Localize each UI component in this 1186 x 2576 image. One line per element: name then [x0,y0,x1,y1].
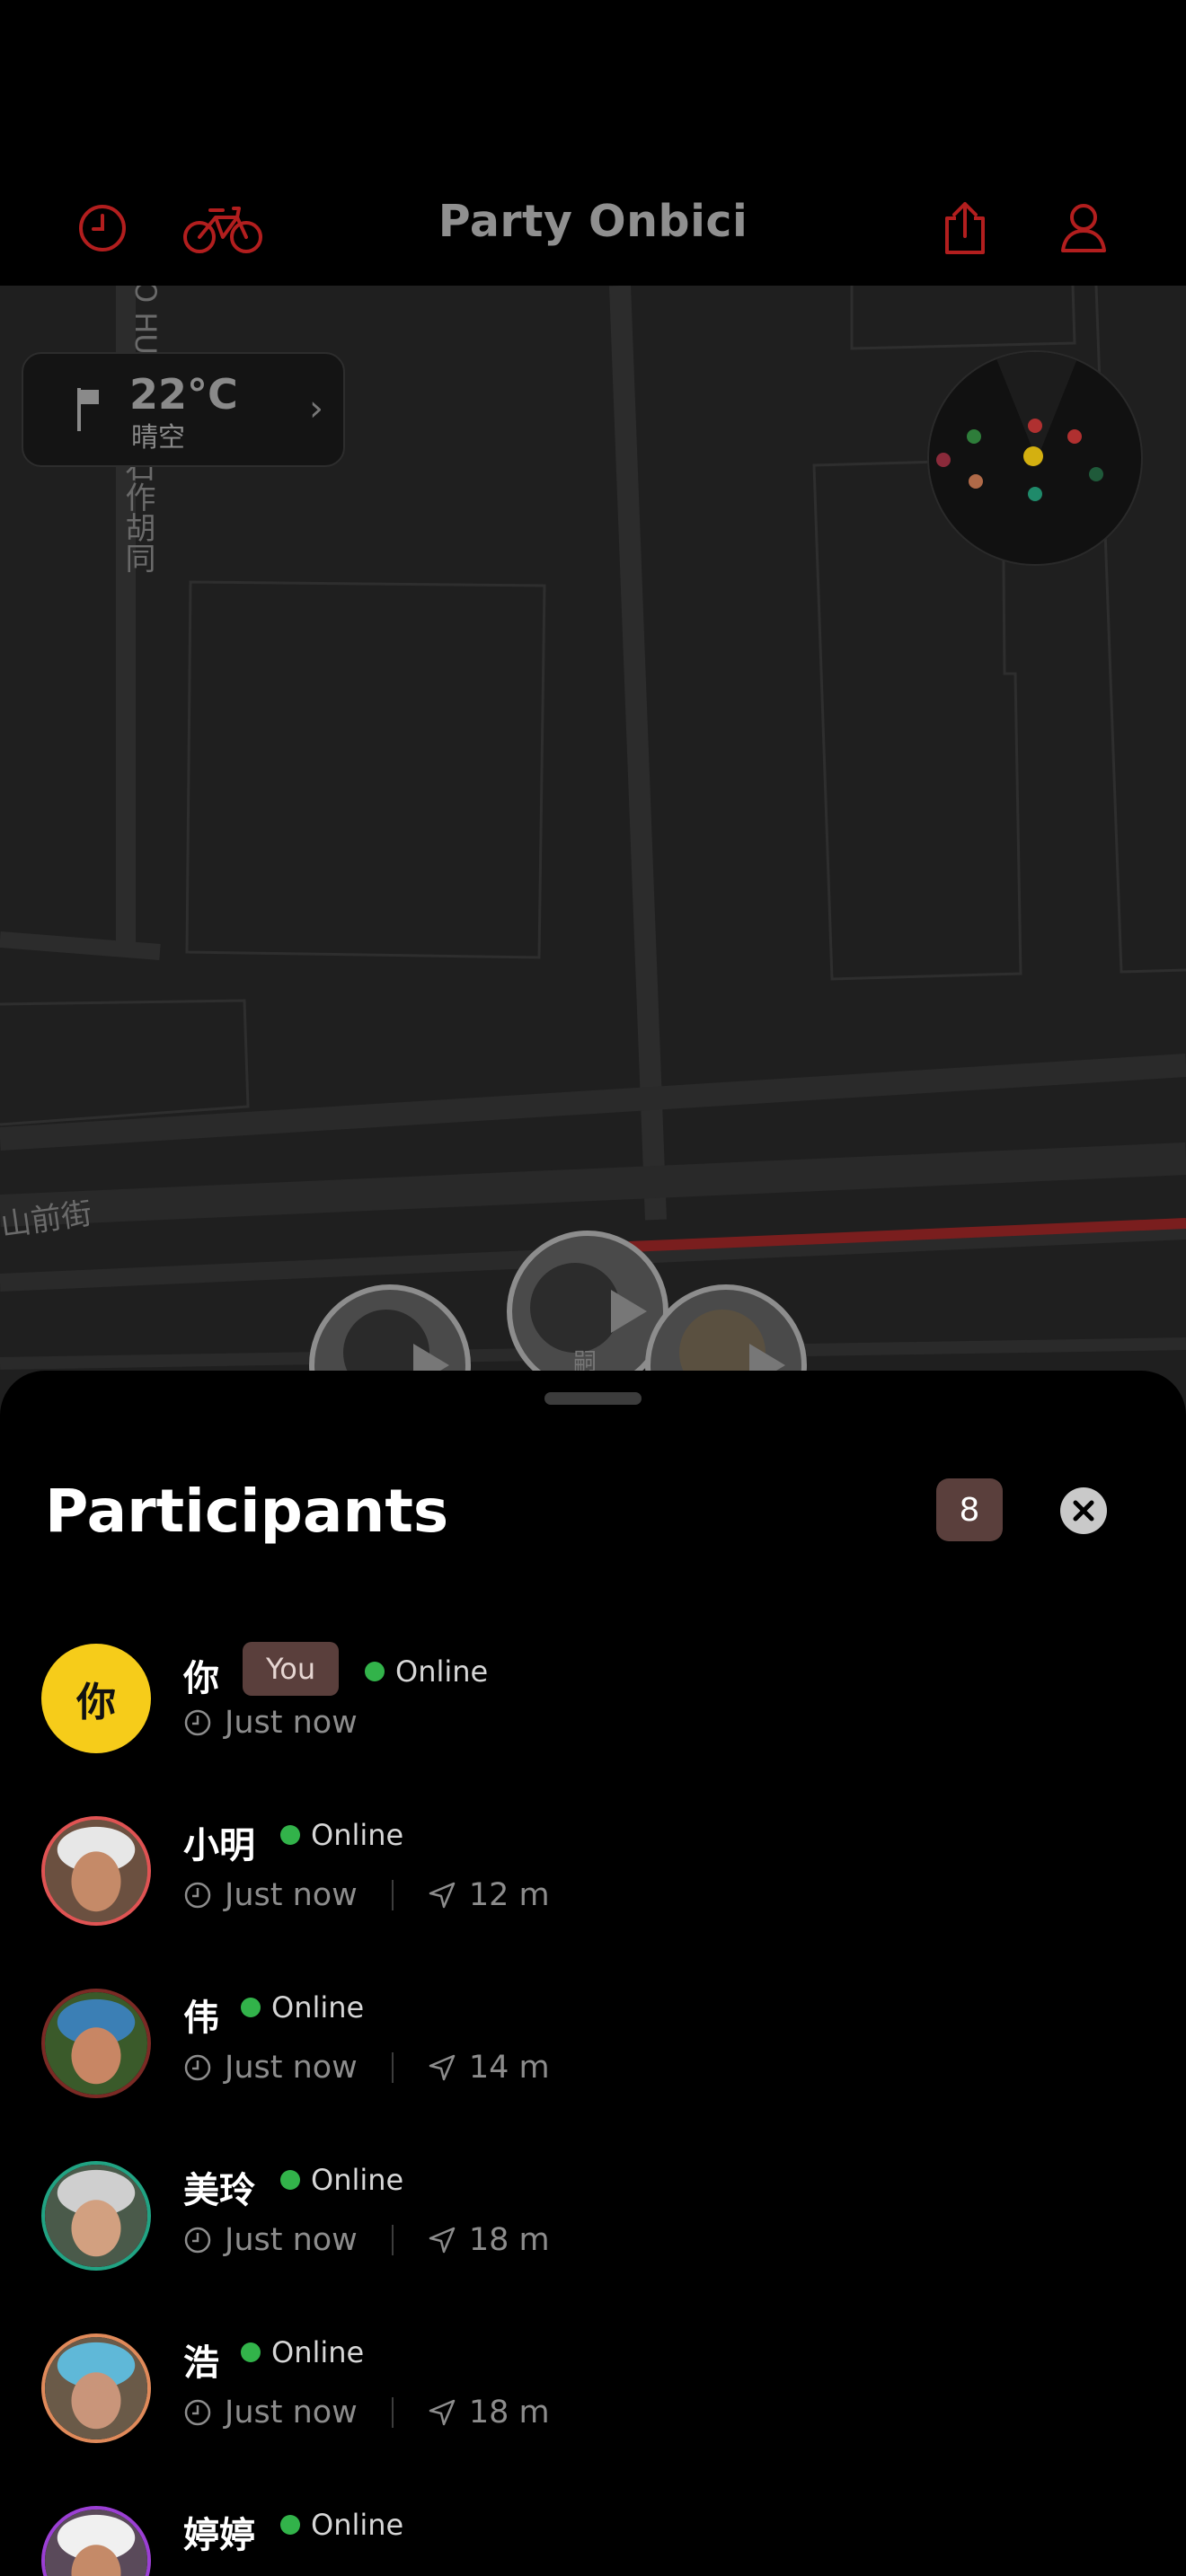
divider [391,2052,394,2083]
status-badge: Online [365,1654,488,1689]
share-icon[interactable] [927,190,1003,266]
distance: 12 m [468,1877,550,1913]
weather-temperature: 22°C [129,370,238,419]
rider-radar[interactable] [927,350,1143,566]
sheet-title: Participants [45,1477,449,1546]
last-seen: Just now [225,2050,358,2086]
divider [391,2397,394,2428]
clock-icon [183,2053,212,2082]
divider [391,1880,394,1910]
navigation-arrow-icon [428,2226,456,2254]
clock-icon [183,1708,212,1737]
sheet-grabber[interactable] [544,1392,642,1405]
status-badge: Online [280,1818,403,1852]
distance: 18 m [468,2222,550,2258]
distance: 18 m [468,2395,550,2430]
status-badge: Online [280,2508,403,2542]
participant-meta: Just now [183,1705,358,1741]
status-badge: Online [280,2163,403,2197]
close-button[interactable] [1060,1487,1107,1534]
participant-name: 伟 [183,1998,219,2039]
navigation-arrow-icon [428,2053,456,2082]
navigation-arrow-icon [428,1881,456,1910]
chevron-right-icon: › [309,388,323,429]
participant-row[interactable]: 你 你 You Online Just now [0,1642,1186,1816]
you-badge: You [243,1642,340,1696]
avatar [41,2333,151,2443]
online-dot [280,1825,300,1845]
participant-meta: Just now 18 m [183,2222,550,2258]
online-dot [280,2170,300,2190]
avatar [41,1989,151,2098]
online-dot [241,2342,261,2362]
participant-name: 你 [183,1658,219,1699]
participant-count-badge: 8 [936,1478,1003,1541]
clock-icon [183,2226,212,2254]
weather-description: 晴空 [131,422,185,454]
last-seen: Just now [225,1877,358,1913]
last-seen: Just now [225,2222,358,2258]
participant-row[interactable]: 伟 Online Just now 14 m [0,1989,1186,2161]
participant-name: 浩 [183,2342,219,2384]
participants-sheet: Participants 8 你 你 You Online Just now 小… [0,1371,1186,2576]
participant-meta: Just now 18 m [183,2395,550,2430]
flag-icon [75,384,106,437]
last-seen: Just now [225,1705,358,1741]
close-icon [1073,1500,1094,1522]
online-dot [280,2515,300,2535]
avatar: 你 [41,1644,151,1753]
distance: 14 m [468,2050,550,2086]
avatar [41,2161,151,2271]
status-badge: Online [241,2335,364,2369]
participant-name: 美玲 [183,2170,255,2211]
last-seen: Just now [225,2395,358,2430]
participant-row[interactable]: 美玲 Online Just now 18 m [0,2161,1186,2333]
weather-card[interactable]: 22°C 晴空 › [22,352,345,467]
participant-row[interactable]: 小明 Online Just now 12 m [0,1816,1186,1989]
clock-icon [183,2398,212,2427]
divider [391,2225,394,2255]
participant-name: 小明 [183,1825,255,1866]
navigation-arrow-icon [428,2398,456,2427]
participant-meta: Just now 12 m [183,1877,550,1913]
status-badge: Online [241,1990,364,2025]
profile-icon[interactable] [1046,190,1121,266]
online-dot [241,1998,261,2017]
avatar [41,1816,151,1926]
online-dot [365,1662,385,1681]
clock-icon [183,1881,212,1910]
participant-name: 婷婷 [183,2515,255,2556]
page-title: Party Onbici [438,196,748,247]
top-navigation-bar: Party Onbici [0,0,1186,286]
avatar [41,2506,151,2576]
map-view[interactable]: O HU 六石作胡同 山前街 嗣 22°C 晴空 › [0,286,1186,1417]
participant-row[interactable]: 婷婷 Online [0,2506,1186,2576]
participant-meta: Just now 14 m [183,2050,550,2086]
street-label: O HU [128,286,163,355]
participant-row[interactable]: 浩 Online Just now 18 m [0,2333,1186,2506]
